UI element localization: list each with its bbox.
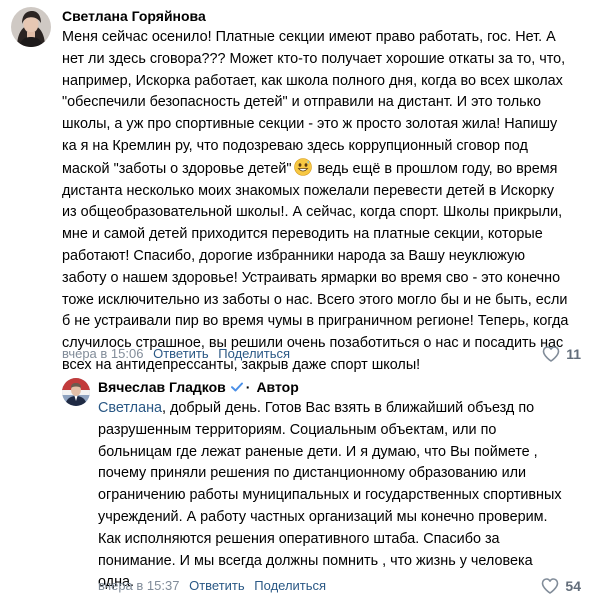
text-line: Как исполняются решения оперативного шта… (98, 530, 500, 547)
text-line: тоже исключительно из заботы о нас. Всег… (62, 291, 568, 308)
reply-button[interactable]: Ответить (189, 578, 245, 593)
comment-text: Светлана, добрый день. Готов Вас взять в… (98, 398, 562, 594)
heart-icon (541, 578, 559, 594)
comment-meta: вчера в 15:06 Ответить Поделиться (62, 345, 296, 363)
comment-gladkov: Вячеслав Гладков · Автор Светлана, добрый … (0, 370, 601, 604)
text-line-with-mention: Светлана, добрый день. Готов Вас взять в… (98, 400, 535, 416)
like-button[interactable]: 54 (541, 577, 581, 595)
avatar-gladkov[interactable] (62, 378, 90, 406)
author-name[interactable]: Вячеслав Гладков (98, 379, 226, 395)
heart-icon (542, 346, 560, 362)
text-line: почему приняли решения по дистанционному… (98, 465, 527, 482)
text-line: например, Искорка работает, как школа по… (62, 72, 563, 89)
share-button[interactable]: Поделиться (254, 578, 326, 593)
text-line: нет ли здесь сговора??? Может кто-то пол… (62, 50, 566, 67)
comment-svetlana: Светлана Горяйнова Меня сейчас осенило! … (0, 0, 601, 373)
text-line: работают! Спасибо, дорогие избранники на… (62, 247, 526, 264)
text-line: школы, а уж про спортивные секции - это … (62, 116, 558, 133)
text-line: из общеобразовательной школы!. А сейчас,… (62, 204, 563, 221)
verified-icon (230, 380, 244, 398)
comment-meta: вчера в 15:37 Ответить Поделиться (98, 577, 332, 595)
text-line: ка я на Кремлин ру, что подозреваю здесь… (62, 137, 528, 154)
text-line: ограничению работы муниципальных и госуд… (98, 487, 562, 504)
author-header: Вячеслав Гладков · Автор (98, 378, 299, 398)
avatar-svetlana[interactable] (11, 7, 51, 47)
author-name[interactable]: Светлана Горяйнова (62, 7, 206, 25)
text-line: учреждений. А работу частных организаций… (98, 508, 548, 525)
like-count: 11 (566, 346, 581, 362)
text-line: дистанта несколько моих знакомых пожелал… (62, 182, 555, 199)
mention-link[interactable]: Светлана (98, 400, 162, 416)
text-line: б не устраивали пир во время чумы в приг… (62, 313, 569, 330)
author-badge: Автор (256, 379, 299, 395)
like-button[interactable]: 11 (542, 345, 581, 363)
grinning-face-with-sweat-emoji (293, 157, 312, 176)
reply-button[interactable]: Ответить (153, 346, 209, 361)
timestamp[interactable]: вчера в 15:37 (98, 578, 179, 593)
text-line: заботу о нашем здоровье! Устраивать ярма… (62, 269, 561, 286)
text-line: разрушенным территориям. Социальным объе… (98, 421, 497, 438)
text-line-with-emoji: маской "заботы о здоровье детей" ведь ещ… (62, 157, 568, 181)
timestamp[interactable]: вчера в 15:06 (62, 346, 143, 361)
text-line: мне и самой детей приходится переводить … (62, 226, 543, 243)
comment-text: Меня сейчас осенило! Платные секции имею… (62, 27, 568, 377)
text-line: "обеспечили безопасность детей" и отправ… (62, 94, 542, 111)
share-button[interactable]: Поделиться (218, 346, 290, 361)
text-line: больницам где лежат раненые дети. И я ду… (98, 443, 538, 460)
text-line: понимание. И мы всегда должны помнить , … (98, 552, 533, 569)
text-line: Меня сейчас осенило! Платные секции имею… (62, 29, 556, 45)
separator-dot: · (245, 379, 251, 395)
like-count: 54 (565, 578, 581, 594)
